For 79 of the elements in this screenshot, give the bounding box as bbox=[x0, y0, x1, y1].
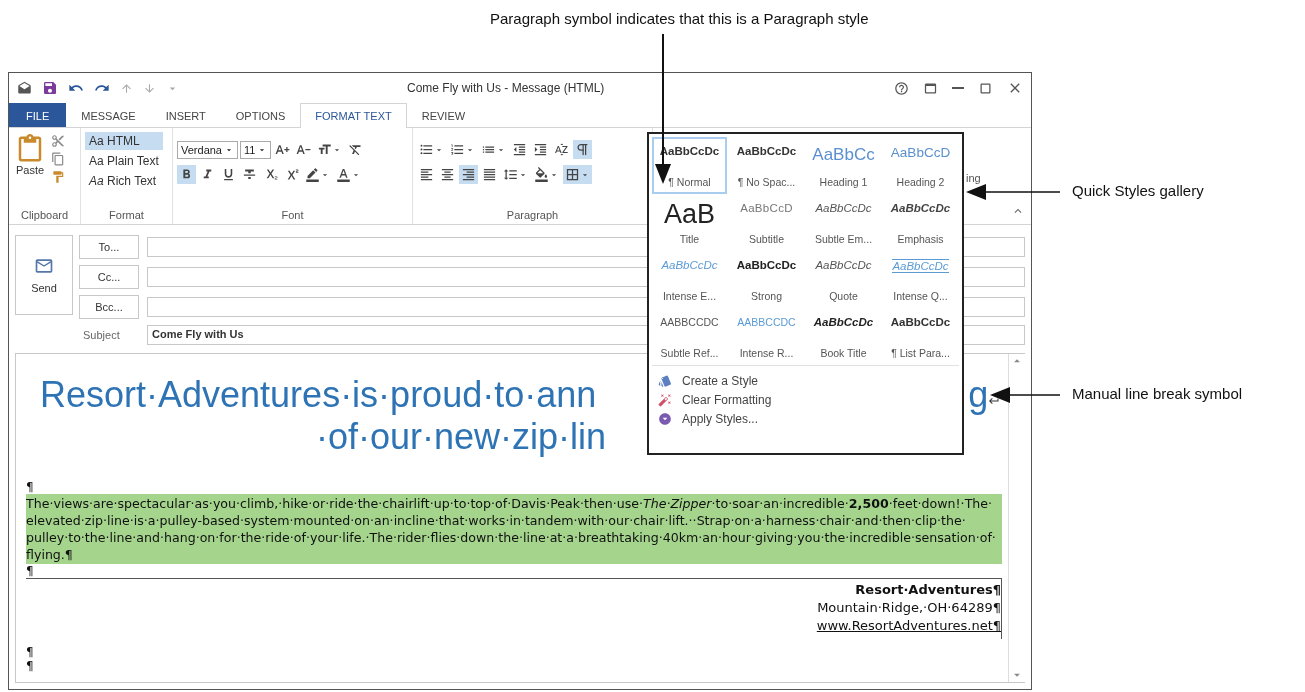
borders-button[interactable] bbox=[563, 165, 592, 184]
bold-button[interactable] bbox=[177, 165, 196, 184]
strikethrough-icon bbox=[242, 167, 257, 182]
help-icon bbox=[894, 80, 909, 96]
ribbon-tab[interactable]: MESSAGE bbox=[66, 103, 151, 127]
address-text: Mountain·Ridge,·OH·64289¶ bbox=[817, 599, 1001, 617]
pilcrow-icon bbox=[575, 142, 590, 157]
copy-icon bbox=[51, 152, 65, 166]
pilcrow-mark: ¶ bbox=[26, 480, 35, 494]
group-label: Paragraph bbox=[505, 209, 560, 223]
sort-icon bbox=[554, 142, 569, 157]
save-icon bbox=[42, 80, 58, 96]
format-option[interactable]: Aa HTML bbox=[85, 132, 163, 150]
align-left-icon bbox=[419, 167, 434, 182]
format-option[interactable]: Aa Plain Text bbox=[85, 152, 163, 170]
minimize-icon bbox=[952, 87, 964, 89]
gallery-command[interactable]: Apply Styles... bbox=[658, 412, 959, 426]
underline-icon bbox=[221, 167, 236, 182]
window-title: Come Fly with Us - Message (HTML) bbox=[407, 81, 606, 95]
align-right-icon bbox=[461, 167, 476, 182]
pilcrow-mark: ¶ bbox=[26, 645, 35, 659]
scissors-icon bbox=[51, 134, 65, 148]
new-style-icon bbox=[658, 374, 672, 388]
increase-indent-icon bbox=[533, 142, 548, 157]
send-button[interactable]: Send bbox=[15, 235, 73, 315]
ribbon-tab[interactable]: FORMAT TEXT bbox=[300, 103, 407, 128]
shading-icon bbox=[534, 167, 549, 182]
paintbrush-icon bbox=[51, 170, 65, 184]
recipient-button[interactable]: Cc... bbox=[79, 265, 139, 289]
group-label: Font bbox=[280, 209, 305, 223]
borders-icon bbox=[565, 167, 580, 182]
company-name: Resort·Adventures¶ bbox=[855, 581, 1001, 599]
change-case-icon bbox=[317, 142, 333, 157]
recipient-button[interactable]: Bcc... bbox=[79, 295, 139, 319]
bullet-list-icon bbox=[419, 142, 434, 157]
line-spacing-icon bbox=[503, 167, 518, 182]
group-label: Format bbox=[108, 209, 145, 223]
window-icon bbox=[17, 80, 32, 96]
field-label: Subject bbox=[82, 329, 121, 341]
callout-text: Quick Styles gallery bbox=[1072, 182, 1204, 199]
down-arrow-icon bbox=[143, 81, 156, 95]
envelope-icon bbox=[34, 256, 54, 276]
align-center-icon bbox=[440, 167, 455, 182]
justify-icon bbox=[482, 167, 497, 182]
ribbon-tab[interactable]: FILE bbox=[9, 103, 67, 127]
font-color-icon bbox=[336, 167, 351, 182]
callout-arrow bbox=[990, 387, 1060, 403]
pilcrow-button[interactable] bbox=[573, 140, 592, 159]
ribbon-tab[interactable]: OPTIONS bbox=[220, 103, 301, 127]
paste-button[interactable]: Paste bbox=[13, 132, 47, 209]
group-label: Clipboard bbox=[19, 209, 70, 223]
up-arrow-icon bbox=[120, 81, 133, 95]
decrease-indent-icon bbox=[512, 142, 527, 157]
shrink-font-icon bbox=[296, 142, 312, 157]
callout-text: Manual line break symbol bbox=[1072, 385, 1243, 402]
format-option[interactable]: Aa Rich Text bbox=[85, 172, 163, 190]
recipient-button[interactable]: To... bbox=[79, 235, 139, 259]
heading-text: Resort·Adventures·is·proud·to·ann bbox=[40, 374, 597, 416]
font-name-field[interactable]: Verdana bbox=[177, 140, 238, 159]
ribbon-tab[interactable]: INSERT bbox=[150, 103, 221, 127]
ribbon-tab[interactable]: REVIEW bbox=[406, 103, 481, 127]
pilcrow-mark: ¶ bbox=[26, 564, 35, 578]
body-paragraph: The·views·are·spectacular·as·you·climb,·hike·or·ride·the·chairlift·up·to·top·of·Davis·Peak·then·use·The·Zipper·to·soar·an·incredible·2,500·feet·down!·The·elevated·zip·line·is·a·pulley-based·system·mounted·on·an·incline·that·works·in·tandem·with·our·chair·lift.··Strap·on·a·harness·chair·and·then·clip·the·pulley·to·the·line·and·hang·on·for·the·ride·of·your·life.·The·rider·flies·down·the·line·at·a·breathtaking·40km·an·hour·giving·you·the·incredible·sensation·of·flying.¶ bbox=[26, 494, 1002, 564]
align-right-button[interactable] bbox=[459, 165, 478, 184]
callout-text: Paragraph symbol indicates that this is a Paragraph style bbox=[490, 10, 869, 27]
group-label: ing bbox=[966, 172, 981, 184]
gallery-command[interactable]: Create a Style bbox=[658, 374, 959, 388]
website-link[interactable]: www.ResortAdventures.net¶ bbox=[816, 617, 1001, 635]
apply-styles-icon bbox=[658, 412, 672, 426]
clear-formatting-icon bbox=[348, 142, 364, 157]
grow-font-icon bbox=[275, 142, 291, 157]
numbered-list-icon bbox=[450, 142, 465, 157]
font-size-field[interactable]: 11 bbox=[240, 140, 272, 159]
highlighter-icon bbox=[305, 167, 320, 182]
heading-text: ·of·our·new·zip·lin bbox=[316, 416, 607, 458]
pilcrow-mark: ¶ bbox=[26, 659, 35, 673]
heading-text: g bbox=[968, 374, 989, 416]
gallery-command[interactable]: Clear Formatting bbox=[658, 393, 959, 407]
eraser-icon bbox=[658, 393, 672, 407]
